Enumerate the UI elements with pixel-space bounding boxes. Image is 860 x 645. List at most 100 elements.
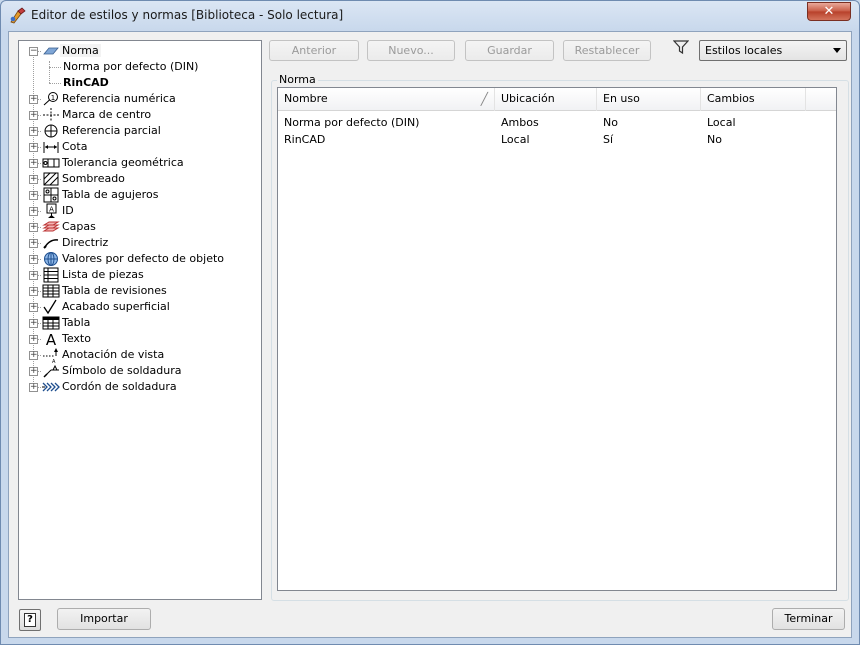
tree-item[interactable]: + Referencia parcial	[19, 123, 259, 139]
tree-item-label: Referencia parcial	[62, 124, 161, 137]
style-filter-dropdown[interactable]: Estilos locales	[699, 40, 847, 61]
expand-icon[interactable]: +	[29, 271, 38, 280]
tree-item[interactable]: + A Texto	[19, 331, 259, 347]
column-resize-icon: ╱	[480, 92, 488, 106]
tree-item-label: Valores por defecto de objeto	[62, 252, 225, 265]
tree-item-label: Tolerancia geométrica	[62, 156, 184, 169]
tree-item-label: Texto	[62, 332, 91, 345]
expand-icon[interactable]: +	[29, 255, 38, 264]
expand-icon[interactable]: +	[29, 127, 38, 136]
globe-icon	[44, 252, 58, 266]
expand-icon[interactable]: +	[29, 175, 38, 184]
tree-item[interactable]: + Directriz	[19, 235, 259, 251]
balloon-icon: 1	[43, 92, 58, 106]
tree-item-label: Marca de centro	[62, 108, 152, 121]
tree-connector-line	[49, 83, 61, 84]
table-cell: Ambos	[501, 116, 539, 129]
expand-icon[interactable]: +	[29, 143, 38, 152]
expand-icon[interactable]: +	[29, 383, 38, 392]
tree-item[interactable]: + Capas	[19, 219, 259, 235]
style-filter-value: Estilos locales	[705, 44, 783, 57]
column-header-cambios[interactable]: Cambios	[701, 88, 806, 111]
tree-item[interactable]: + Acabado superficial	[19, 299, 259, 315]
tree-item[interactable]: + A ID	[19, 203, 259, 219]
style-tree[interactable]: − Norma Norma por defecto (DIN) RinCAD +1 Ref…	[18, 40, 262, 600]
style-list[interactable]: Nombre ╱ Ubicación En uso Cambios Norma …	[277, 87, 837, 591]
window-title: Editor de estilos y normas [Biblioteca -…	[31, 8, 344, 22]
datum-target-icon	[44, 124, 58, 138]
tree-item[interactable]: − Norma	[19, 43, 259, 59]
weld-symbol-icon	[43, 364, 59, 378]
back-button[interactable]: Anterior	[269, 40, 359, 61]
column-header-en-uso[interactable]: En uso	[597, 88, 701, 111]
tree-item-label: Tabla	[62, 316, 91, 329]
expand-icon[interactable]: +	[29, 367, 38, 376]
expand-icon[interactable]: +	[29, 319, 38, 328]
table-cell: Local	[707, 116, 736, 129]
surface-texture-icon	[43, 299, 57, 315]
tree-item[interactable]: + Cota	[19, 139, 259, 155]
table-row[interactable]: Norma por defecto (DIN) Ambos No Local	[278, 115, 836, 132]
feature-control-frame-icon	[42, 158, 60, 168]
expand-icon[interactable]: +	[29, 351, 38, 360]
hatch-icon	[43, 172, 59, 186]
tree-item[interactable]: + Tolerancia geométrica	[19, 155, 259, 171]
table-icon	[42, 316, 60, 330]
expand-icon[interactable]: +	[29, 303, 38, 312]
expand-icon[interactable]: +	[29, 111, 38, 120]
expand-icon[interactable]: +	[29, 287, 38, 296]
tree-child-label: RinCAD	[63, 76, 109, 89]
tree-item[interactable]: + Marca de centro	[19, 107, 259, 123]
tree-child-item[interactable]: Norma por defecto (DIN)	[19, 59, 259, 75]
tree-item[interactable]: + A Anotación de vista	[19, 347, 259, 363]
tree-item-label: Capas	[62, 220, 96, 233]
save-button[interactable]: Guardar	[465, 40, 554, 61]
column-header-ubicacion[interactable]: Ubicación	[495, 88, 597, 111]
dimension-icon	[43, 142, 59, 153]
tree-item-label: Directriz	[62, 236, 109, 249]
view-annotation-icon: A	[43, 348, 58, 363]
tree-item-label: Acabado superficial	[62, 300, 170, 313]
finish-button[interactable]: Terminar	[772, 608, 845, 630]
title-bar[interactable]: Editor de estilos y normas [Biblioteca -…	[1, 1, 859, 31]
tree-item[interactable]: +1 Referencia numérica	[19, 91, 259, 107]
collapse-icon[interactable]: −	[29, 47, 38, 56]
svg-text:A: A	[49, 206, 54, 214]
expand-icon[interactable]: +	[29, 95, 38, 104]
tree-item[interactable]: + Sombreado	[19, 171, 259, 187]
reset-button[interactable]: Restablecer	[563, 40, 651, 61]
import-button[interactable]: Importar	[57, 608, 151, 630]
window-close-button[interactable]: ✕	[807, 2, 851, 21]
expand-icon[interactable]: +	[29, 239, 38, 248]
revision-table-icon	[42, 284, 60, 298]
help-button[interactable]: ?	[19, 609, 41, 631]
table-cell: Sí	[603, 133, 614, 146]
expand-icon[interactable]: +	[29, 159, 38, 168]
expand-icon[interactable]: +	[29, 191, 38, 200]
tree-item-label: Norma	[60, 44, 101, 57]
tree-item-label: ID	[62, 204, 74, 217]
chevron-down-icon	[833, 48, 841, 53]
tree-item[interactable]: + Lista de piezas	[19, 267, 259, 283]
column-header-nombre[interactable]: Nombre ╱	[278, 88, 495, 111]
tree-item[interactable]: + Símbolo de soldadura	[19, 363, 259, 379]
expand-icon[interactable]: +	[29, 335, 38, 344]
table-row[interactable]: RinCAD Local Sí No	[278, 132, 836, 149]
text-icon: A	[46, 331, 57, 347]
column-header-label: Nombre	[284, 92, 328, 105]
tree-item-label: Cota	[62, 140, 88, 153]
id-icon: A	[46, 203, 57, 218]
tree-item[interactable]: + Valores por defecto de objeto	[19, 251, 259, 267]
tree-item[interactable]: + Tabla de revisiones	[19, 283, 259, 299]
expand-icon[interactable]: +	[29, 207, 38, 216]
expand-icon[interactable]: +	[29, 223, 38, 232]
filter-icon[interactable]	[673, 39, 689, 55]
tree-item[interactable]: + Cordón de soldadura	[19, 379, 259, 395]
table-cell: RinCAD	[284, 133, 326, 146]
tree-child-item[interactable]: RinCAD	[19, 75, 259, 91]
tree-item[interactable]: + Tabla de agujeros	[19, 187, 259, 203]
tree-item[interactable]: + Tabla	[19, 315, 259, 331]
new-button[interactable]: Nuevo...	[367, 40, 455, 61]
leader-icon	[43, 239, 59, 249]
weld-bead-icon	[42, 382, 60, 392]
